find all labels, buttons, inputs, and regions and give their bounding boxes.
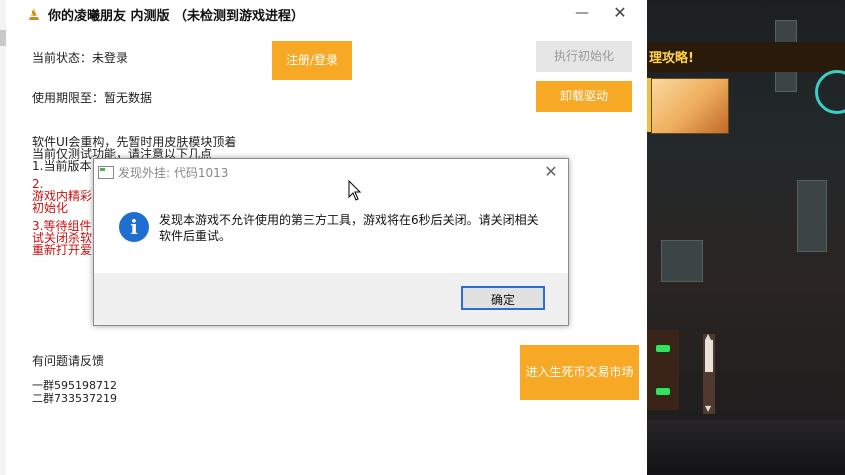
initialize-button[interactable]: 执行初始化	[536, 41, 632, 72]
alert-dialog: 发现外挂: 代码1013 ✕ i 发现本游戏不允许使用的第三方工具，游戏将在6秒…	[93, 158, 569, 326]
login-status: 当前状态：未登录	[32, 51, 129, 65]
game-background: 理攻略! ▲ ▼	[647, 0, 845, 475]
minimize-button[interactable]: —	[568, 2, 596, 24]
dialog-footer: 确定	[94, 273, 568, 325]
game-portrait	[651, 78, 729, 134]
game-scrollbar-thumb[interactable]	[705, 340, 713, 372]
info-icon: i	[119, 212, 149, 242]
mouse-cursor-icon	[348, 180, 362, 201]
title-bar: 你的凌曦朋友 内测版 （未检测到游戏进程） — ✕	[6, 0, 647, 28]
neon-ring	[815, 70, 845, 114]
scroll-down-icon[interactable]: ▼	[705, 404, 711, 413]
game-floor	[647, 420, 845, 475]
game-banner-text: 理攻略!	[649, 51, 694, 66]
window-icon	[98, 166, 114, 179]
qq-group-2: 二群733537219	[32, 392, 117, 405]
window-title: 你的凌曦朋友 内测版 （未检测到游戏进程）	[48, 9, 305, 24]
neon-sign	[661, 240, 703, 282]
login-register-button[interactable]: 注册/登录	[272, 41, 352, 80]
uninstall-driver-button[interactable]: 卸载驱动	[536, 81, 632, 112]
dialog-title: 发现外挂: 代码1013	[118, 166, 229, 180]
expiry-date: 使用期限至：暂无数据	[32, 91, 153, 105]
neon-sign	[797, 180, 827, 252]
app-logo-icon	[29, 8, 39, 20]
dialog-close-button[interactable]: ✕	[538, 161, 564, 183]
close-button[interactable]: ✕	[606, 2, 634, 24]
green-led-icon	[655, 387, 671, 396]
game-side-panel	[647, 330, 679, 410]
green-led-icon	[655, 344, 671, 353]
dialog-message: 发现本游戏不允许使用的第三方工具，游戏将在6秒后关闭。请关闭相关软件后重试。	[159, 213, 539, 243]
feedback-label: 有问题请反馈	[32, 354, 105, 368]
market-button[interactable]: 进入生死币交易市场	[520, 345, 639, 400]
ok-button[interactable]: 确定	[461, 286, 545, 310]
notice-line: 软件UI会重构，先暂时用皮肤模块顶着	[32, 136, 237, 148]
scroll-up-icon[interactable]: ▲	[705, 332, 711, 341]
